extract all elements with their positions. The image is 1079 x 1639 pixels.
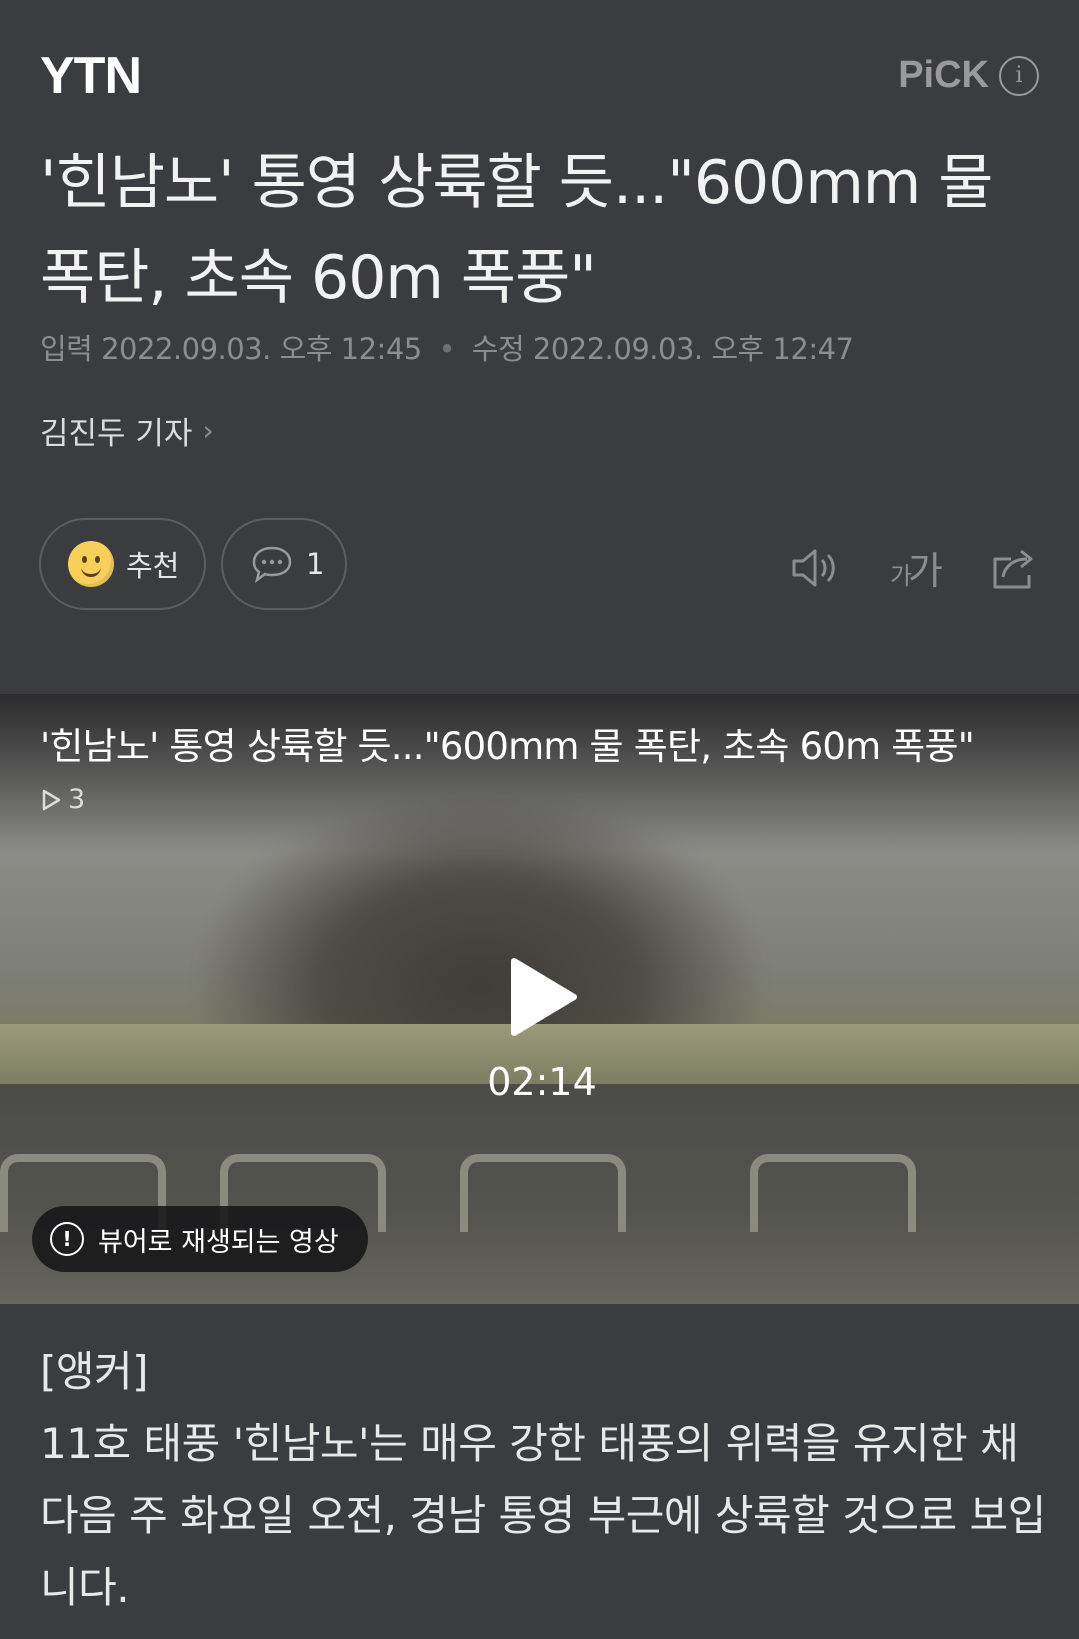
recommend-label: 추천: [126, 549, 180, 583]
pick-label: PiCK: [898, 54, 989, 96]
play-count-icon: [42, 789, 61, 810]
ytn-logo[interactable]: YTN: [40, 46, 142, 106]
play-icon[interactable]: [508, 957, 578, 1037]
modified-time: 2022.09.03. 오후 12:47: [532, 332, 854, 366]
chevron-right-icon: ›: [202, 414, 214, 447]
reporter-name: 김진두 기자: [40, 416, 193, 452]
pick-badge[interactable]: PiCK i: [898, 54, 1039, 97]
viewer-note-text: 뷰어로 재생되는 영상: [98, 1226, 339, 1258]
article-tools: 가가: [790, 540, 1039, 595]
font-size-button[interactable]: 가가: [889, 540, 943, 595]
article-header: YTN PiCK i '힌남노' 통영 상륙할 듯..."600mm 물 폭탄,…: [0, 0, 1079, 690]
input-time: 2022.09.03. 오후 12:45: [101, 332, 422, 366]
smiley-icon: [68, 541, 114, 587]
comment-count: 1: [306, 547, 325, 581]
video-thumbnail-rail: [750, 1154, 916, 1232]
recommend-button[interactable]: 추천: [39, 518, 206, 610]
view-count: 3: [68, 784, 86, 815]
exclamation-icon: !: [50, 1222, 84, 1256]
share-icon[interactable]: [989, 545, 1039, 591]
comment-button[interactable]: 1: [221, 518, 347, 610]
font-large-glyph: 가: [908, 549, 943, 593]
font-small-glyph: 가: [889, 562, 912, 590]
info-icon[interactable]: i: [999, 55, 1039, 96]
input-label: 입력: [40, 332, 93, 366]
article-timestamps: 입력 2022.09.03. 오후 12:45 • 수정 2022.09.03.…: [40, 326, 854, 368]
modified-label: 수정: [471, 332, 525, 366]
body-paragraph: 11호 태풍 '힌남노'는 매우 강한 태풍의 위력을 유지한 채 다음 주 화…: [40, 1419, 1046, 1612]
speaker-icon[interactable]: [790, 546, 840, 590]
video-duration: 02:14: [487, 1060, 597, 1104]
comment-bubble-icon: [252, 546, 292, 584]
article-body: [앵커] 11호 태풍 '힌남노'는 매우 강한 태풍의 위력을 유지한 채 다…: [40, 1336, 1050, 1624]
viewer-playback-notice: ! 뷰어로 재생되는 영상: [32, 1206, 368, 1272]
reporter-link[interactable]: 김진두 기자 ›: [40, 408, 214, 453]
video-title: '힌남노' 통영 상륙할 듯..."600mm 물 폭탄, 초속 60m 폭풍": [40, 725, 975, 768]
article-headline: '힌남노' 통영 상륙할 듯..."600mm 물 폭탄, 초속 60m 폭풍": [40, 148, 994, 313]
anchor-label: [앵커]: [40, 1347, 149, 1396]
video-thumbnail-rail: [460, 1154, 626, 1232]
video-view-count: 3: [40, 784, 85, 815]
separator-dot: •: [438, 332, 456, 366]
